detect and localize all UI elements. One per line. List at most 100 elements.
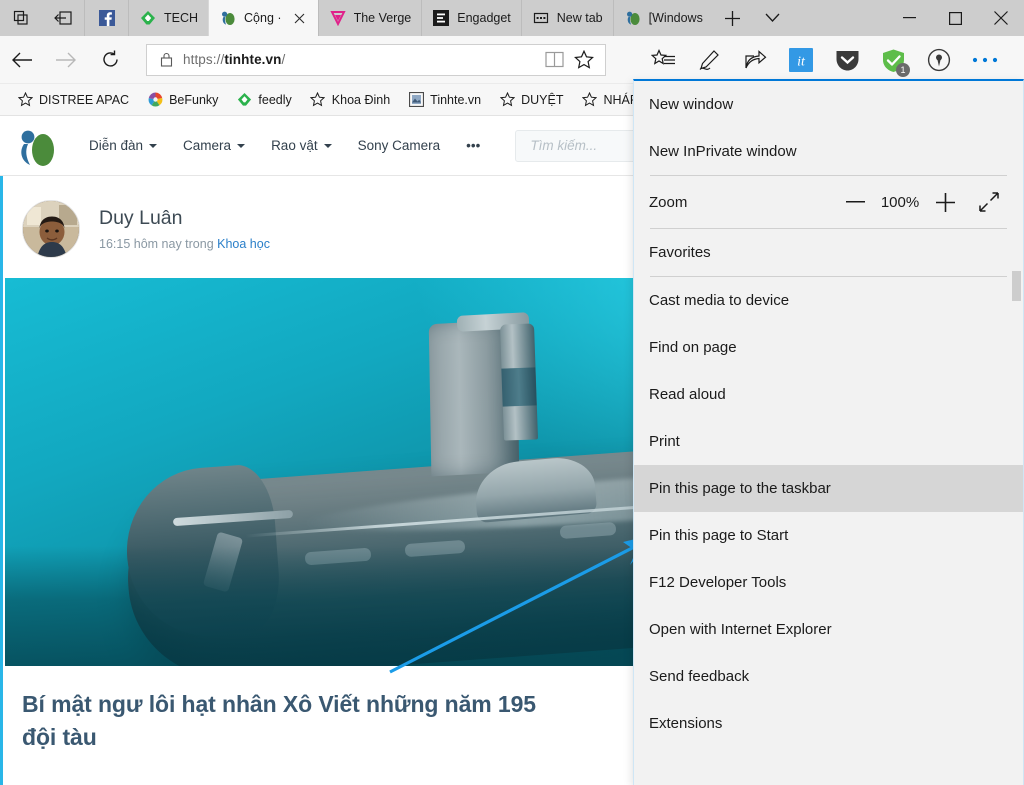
refresh-button[interactable] [88, 40, 132, 80]
menu-item-f12-developer-tools[interactable]: F12 Developer Tools [634, 559, 1023, 606]
favorite-item-distree-apac[interactable]: DISTREE APAC [8, 87, 138, 113]
hub-favorites-icon[interactable] [640, 37, 686, 83]
site-nav-label: Rao vật [271, 138, 318, 153]
browser-toolbar: https://tinhte.vn/ it 1 [0, 36, 1024, 84]
star-icon [310, 92, 326, 108]
tab-close-icon[interactable] [292, 10, 308, 26]
star-icon [499, 92, 515, 108]
menu-item-read-aloud[interactable]: Read aloud [634, 371, 1023, 418]
feedly-icon [140, 10, 156, 26]
settings-and-more-icon[interactable] [962, 37, 1008, 83]
tab-tech[interactable]: TECH [128, 0, 209, 36]
minimize-button[interactable] [886, 0, 932, 36]
url-text: https://tinhte.vn/ [183, 52, 286, 67]
tinhte-logo[interactable] [16, 126, 60, 166]
favorite-item-befunky[interactable]: BeFunky [138, 87, 227, 113]
tab-new-tab[interactable]: New tab [520, 0, 613, 36]
star-icon [581, 92, 597, 108]
menu-scrollbar-thumb[interactable] [1012, 271, 1021, 301]
menu-zoom-label: Zoom [649, 193, 688, 211]
web-notes-icon[interactable] [686, 37, 732, 83]
tab-engadget[interactable]: Engadget [421, 0, 521, 36]
favorite-item-duyet[interactable]: DUYỆT [490, 87, 572, 113]
favorite-item-tinhte[interactable]: Tinhte.vn [399, 87, 490, 113]
adblock-badge-count: 1 [896, 63, 910, 77]
favorite-label: Tinhte.vn [430, 92, 482, 107]
tab-title: Cộng · [244, 11, 282, 25]
tinhte-fav-icon [408, 92, 424, 108]
extension-tinhte-icon[interactable]: it [778, 37, 824, 83]
submarine-mast-band [501, 367, 537, 407]
chevron-down-icon [237, 143, 246, 148]
site-nav-label: Camera [183, 138, 232, 153]
site-nav-rao-vat[interactable]: Rao vật [258, 138, 345, 153]
favorite-label: Khoa Đinh [331, 92, 391, 107]
lastpass-extension-icon[interactable] [916, 37, 962, 83]
site-nav-dien-dan[interactable]: Diễn đàn [76, 138, 170, 153]
tab-title: Engadget [457, 11, 511, 25]
maximize-button[interactable] [932, 0, 978, 36]
share-icon[interactable] [732, 37, 778, 83]
menu-item-open-with-internet-explorer[interactable]: Open with Internet Explorer [634, 606, 1023, 653]
site-nav-more-icon[interactable]: ••• [453, 138, 493, 153]
favorite-label: feedly [258, 92, 292, 107]
favorite-star-icon[interactable] [569, 50, 599, 69]
facebook-icon [98, 10, 115, 26]
menu-item-print[interactable]: Print [634, 418, 1023, 465]
tab-preview-icon[interactable] [0, 0, 42, 36]
search-placeholder: Tìm kiếm... [530, 138, 598, 153]
chevron-down-icon [149, 143, 158, 148]
menu-item-pin-this-page-to-the-taskbar[interactable]: Pin this page to the taskbar [634, 465, 1023, 512]
post-category-link[interactable]: Khoa học [217, 237, 270, 251]
menu-item-send-feedback[interactable]: Send feedback [634, 653, 1023, 700]
tab-the-verge[interactable]: The Verge [317, 0, 422, 36]
favorite-item-feedly[interactable]: feedly [227, 87, 300, 113]
site-nav-sony-camera[interactable]: Sony Camera [345, 138, 454, 153]
tab-tinhte-active[interactable]: Cộng · [208, 0, 318, 36]
article-title-line2: đội tàu [22, 723, 97, 750]
adblock-extension-icon[interactable]: 1 [870, 37, 916, 83]
close-button[interactable] [978, 0, 1024, 36]
menu-item-cast-media-to-device[interactable]: Cast media to device [634, 277, 1023, 324]
settings-and-more-menu: New window New InPrivate window Zoom 100… [633, 79, 1024, 785]
post-author: Duy Luân [99, 207, 183, 230]
forward-button[interactable] [44, 40, 88, 80]
pocket-extension-icon[interactable] [824, 37, 870, 83]
address-bar[interactable]: https://tinhte.vn/ [146, 43, 606, 76]
set-aside-tabs-icon[interactable] [42, 0, 84, 36]
tab-title: New tab [556, 11, 603, 25]
tab-windows[interactable]: [Windows [612, 0, 713, 36]
back-button[interactable] [0, 40, 44, 80]
menu-item-new-window[interactable]: New window [634, 81, 1023, 128]
menu-zoom-row: Zoom 100% [634, 176, 1023, 228]
tinhte-icon [220, 10, 236, 26]
feedly-icon [236, 92, 252, 108]
menu-item-new-inprivate-window[interactable]: New InPrivate window [634, 128, 1023, 175]
site-nav-camera[interactable]: Camera [170, 138, 258, 153]
menu-item-find-on-page[interactable]: Find on page [634, 324, 1023, 371]
post-timestamp: 16:15 hôm nay trong Khoa học [99, 237, 270, 251]
fullscreen-icon[interactable] [967, 180, 1011, 224]
svg-text:it: it [797, 55, 806, 70]
chevron-down-icon [323, 143, 332, 148]
tab-facebook[interactable] [84, 0, 128, 36]
article-title-line1: Bí mật ngư lôi hạt nhân Xô Viết những nă… [22, 691, 536, 717]
zoom-in-button[interactable] [923, 180, 967, 224]
favorite-label: BeFunky [169, 92, 219, 107]
lock-icon [157, 52, 175, 67]
post-meta: Duy Luân 16:15 hôm nay trong Khoa học [99, 207, 270, 250]
menu-item-favorites[interactable]: Favorites [634, 229, 1023, 276]
befunky-icon [147, 92, 163, 108]
browser-window: TECH Cộng · The Verge Engadget New tab [… [0, 0, 1024, 785]
chevron-down-icon[interactable] [753, 0, 793, 36]
new-tab-button[interactable] [713, 0, 753, 36]
tinhte-icon [625, 10, 641, 26]
menu-item-extensions[interactable]: Extensions [634, 700, 1023, 747]
avatar[interactable] [22, 200, 80, 258]
zoom-out-button[interactable] [833, 180, 877, 224]
tab-title: [Windows [648, 11, 703, 25]
reading-view-icon[interactable] [539, 51, 569, 68]
post-time-text: 16:15 hôm nay trong [99, 236, 218, 251]
menu-item-pin-this-page-to-start[interactable]: Pin this page to Start [634, 512, 1023, 559]
favorite-item-khoa-dinh[interactable]: Khoa Đinh [301, 87, 399, 113]
